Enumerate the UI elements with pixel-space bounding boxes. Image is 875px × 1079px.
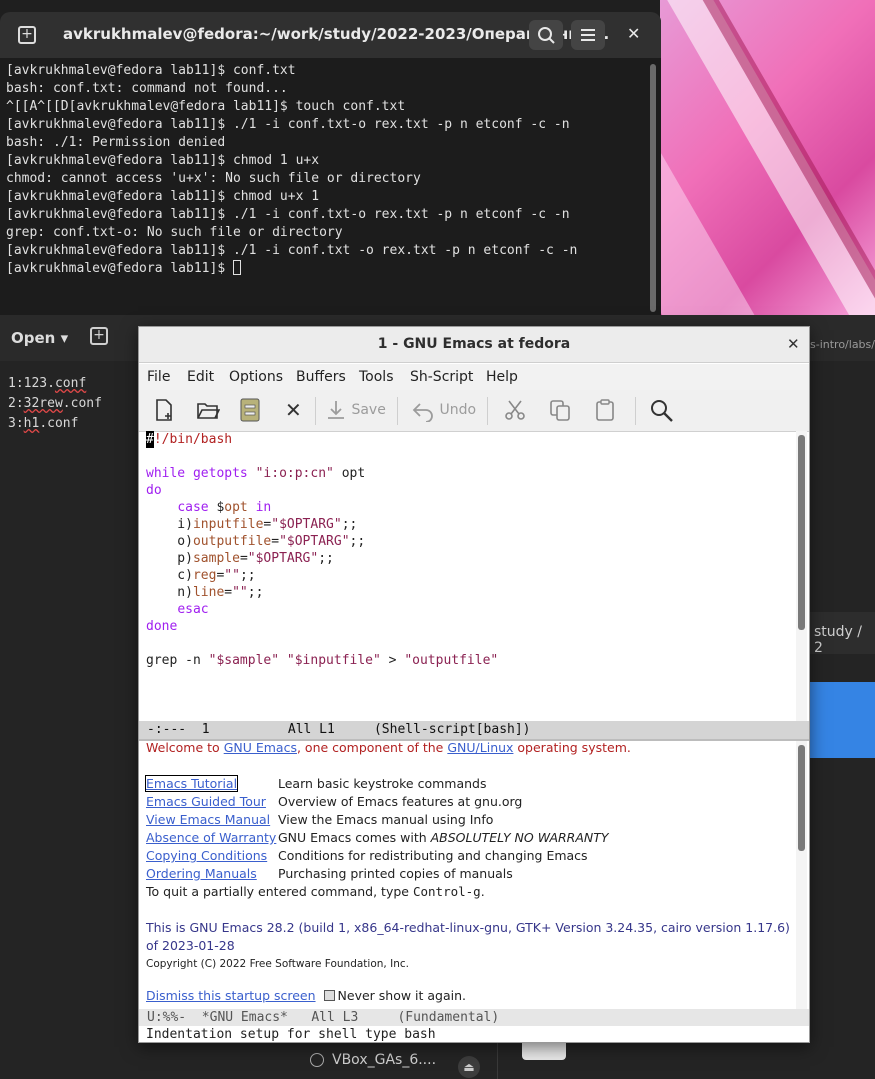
dismiss-link[interactable]: Dismiss this startup screen	[146, 988, 316, 1003]
terminal-line: bash: conf.txt: command not found...	[6, 81, 288, 96]
undo-icon	[412, 403, 433, 423]
kill-buffer-icon[interactable]: ✕	[285, 398, 302, 424]
toolbar-separator	[487, 397, 488, 425]
divider	[497, 1040, 498, 1079]
terminal-scrollbar[interactable]	[650, 64, 656, 312]
menu-file[interactable]: File	[147, 369, 170, 385]
desktop-wallpaper	[660, 0, 875, 315]
gnu-emacs-link[interactable]: GNU Emacs	[224, 740, 297, 755]
new-file-icon[interactable]	[152, 398, 176, 424]
quit-hint: To quit a partially entered command, typ…	[146, 884, 485, 899]
emacs-titlebar: 1 - GNU Emacs at fedora ✕	[139, 327, 809, 363]
gnu-linux-link[interactable]: GNU/Linux	[447, 740, 513, 755]
terminal-line: [avkrukhmalev@fedora lab11]$ ./1 -i conf…	[6, 207, 570, 222]
copy-icon[interactable]	[548, 398, 572, 424]
emacs-window[interactable]: 1 - GNU Emacs at fedora ✕ File Edit Opti…	[138, 326, 810, 1043]
menu-help[interactable]: Help	[486, 369, 518, 385]
menu-button[interactable]	[571, 20, 605, 50]
menu-sh-script[interactable]: Sh-Script	[410, 369, 473, 385]
toolbar-separator	[315, 397, 316, 425]
terminal-line: [avkrukhmalev@fedora lab11]$ ./1 -i conf…	[6, 117, 570, 132]
terminal-line: [avkrukhmalev@fedora lab11]$ ./1 -i conf…	[6, 243, 578, 258]
link-row: Copying Conditions Conditions for redistr…	[146, 848, 588, 863]
terminal-title: avkrukhmalev@fedora:~/work/study/2022-20…	[63, 25, 610, 43]
search-icon[interactable]	[649, 398, 675, 424]
menu-tools[interactable]: Tools	[359, 369, 394, 385]
open-button[interactable]: Open ▾	[11, 329, 68, 347]
text-cursor	[232, 260, 241, 275]
welcome-scrollbar[interactable]	[798, 745, 805, 851]
cut-icon[interactable]	[503, 398, 527, 424]
menu-bar: File Edit Options Buffers Tools Sh-Scrip…	[139, 364, 809, 390]
background-path-fragment: s-intro/labs/	[810, 338, 875, 351]
terminal-output[interactable]: [avkrukhmalev@fedora lab11]$ conf.txt bas…	[6, 62, 646, 278]
toolbar-separator	[397, 397, 398, 425]
link-row: Emacs Guided Tour Overview of Emacs featu…	[146, 794, 523, 809]
search-icon	[538, 27, 555, 44]
echo-area: Indentation setup for shell type bash	[146, 1027, 436, 1042]
menu-edit[interactable]: Edit	[187, 369, 214, 385]
version-line: This is GNU Emacs 28.2 (build 1, x86_64-…	[146, 920, 790, 935]
welcome-line: Welcome to GNU Emacs, one component of t…	[146, 740, 631, 755]
save-button[interactable]: Save	[325, 398, 386, 424]
dismiss-row: Dismiss this startup screen Never show i…	[146, 987, 466, 1005]
new-tab-icon[interactable]: +	[90, 327, 108, 345]
menu-buffers[interactable]: Buffers	[296, 369, 346, 385]
terminal-header: + avkrukhmalev@fedora:~/work/study/2022-…	[0, 12, 661, 58]
toolbar: ✕ Save Undo	[139, 390, 809, 432]
search-button[interactable]	[529, 20, 563, 50]
hamburger-icon	[581, 29, 595, 41]
toolbar-separator	[635, 397, 636, 425]
disc-icon	[310, 1053, 324, 1067]
window-title: 1 - GNU Emacs at fedora	[377, 336, 571, 352]
guided-tour-link[interactable]: Emacs Guided Tour	[146, 794, 266, 809]
terminal-line: grep: conf.txt-o: No such file or direct…	[6, 225, 343, 240]
code-editor[interactable]: #!/bin/bash while getopts "i:o:p:cn" opt…	[146, 431, 796, 721]
undo-button[interactable]: Undo	[411, 398, 476, 424]
drag-handle[interactable]	[522, 1040, 566, 1060]
never-show-checkbox[interactable]: Never show it again.	[323, 988, 466, 1003]
open-folder-icon[interactable]	[196, 398, 221, 424]
close-icon[interactable]: ✕	[627, 24, 640, 43]
copyright: Copyright (C) 2022 Free Software Foundat…	[146, 958, 409, 970]
terminal-line: [avkrukhmalev@fedora lab11]$ chmod u+x 1	[6, 189, 320, 204]
terminal-line: [avkrukhmalev@fedora lab11]$ chmod 1 u+x	[6, 153, 320, 168]
terminal-line: chmod: cannot access 'u+x': No such file…	[6, 171, 421, 186]
link-row: View Emacs Manual View the Emacs manual u…	[146, 812, 494, 827]
link-row: Emacs Tutorial Learn basic keystroke comm…	[144, 775, 487, 792]
terminal-line: bash: ./1: Permission denied	[6, 135, 226, 150]
view-manual-link[interactable]: View Emacs Manual	[146, 812, 270, 827]
link-row: Ordering Manuals Purchasing printed copie…	[146, 866, 513, 881]
terminal-prompt[interactable]: [avkrukhmalev@fedora lab11]$	[6, 260, 646, 278]
terminal-window[interactable]: + avkrukhmalev@fedora:~/work/study/2022-…	[0, 12, 661, 315]
emacs-tutorial-link[interactable]: Emacs Tutorial	[144, 775, 239, 792]
version-date: of 2023-01-28	[146, 938, 235, 953]
welcome-screen: Welcome to GNU Emacs, one component of t…	[144, 739, 794, 1009]
menu-options[interactable]: Options	[229, 369, 283, 385]
warranty-link[interactable]: Absence of Warranty	[146, 830, 276, 845]
terminal-line: [avkrukhmalev@fedora lab11]$ conf.txt	[6, 63, 296, 78]
link-row: Absence of Warranty GNU Emacs comes with …	[146, 830, 609, 845]
paste-icon[interactable]	[593, 398, 617, 424]
save-icon	[328, 401, 344, 419]
background-volume-item[interactable]: VBox_GAs_6....	[310, 1052, 436, 1068]
dired-icon[interactable]	[239, 398, 261, 424]
terminal-line: ^[[A^[[D[avkrukhmalev@fedora lab11]$ tou…	[6, 99, 406, 114]
mode-line: -:--- 1 All L1 (Shell-script[bash])	[139, 721, 809, 739]
mode-line-inactive: U:%%- *GNU Emacs* All L3 (Fundamental)	[139, 1009, 809, 1026]
copying-conditions-link[interactable]: Copying Conditions	[146, 848, 267, 863]
background-selected-item	[810, 682, 875, 758]
eject-icon[interactable]: ⏏	[458, 1056, 480, 1078]
background-editor-content: 1:123.conf 2:32rew.conf 3:h1.conf	[8, 376, 102, 431]
new-tab-icon[interactable]: +	[18, 26, 36, 44]
close-icon[interactable]: ✕	[787, 335, 800, 353]
editor-scrollbar[interactable]	[798, 435, 805, 630]
ordering-manuals-link[interactable]: Ordering Manuals	[146, 866, 257, 881]
background-breadcrumb: study / 2	[810, 612, 875, 656]
